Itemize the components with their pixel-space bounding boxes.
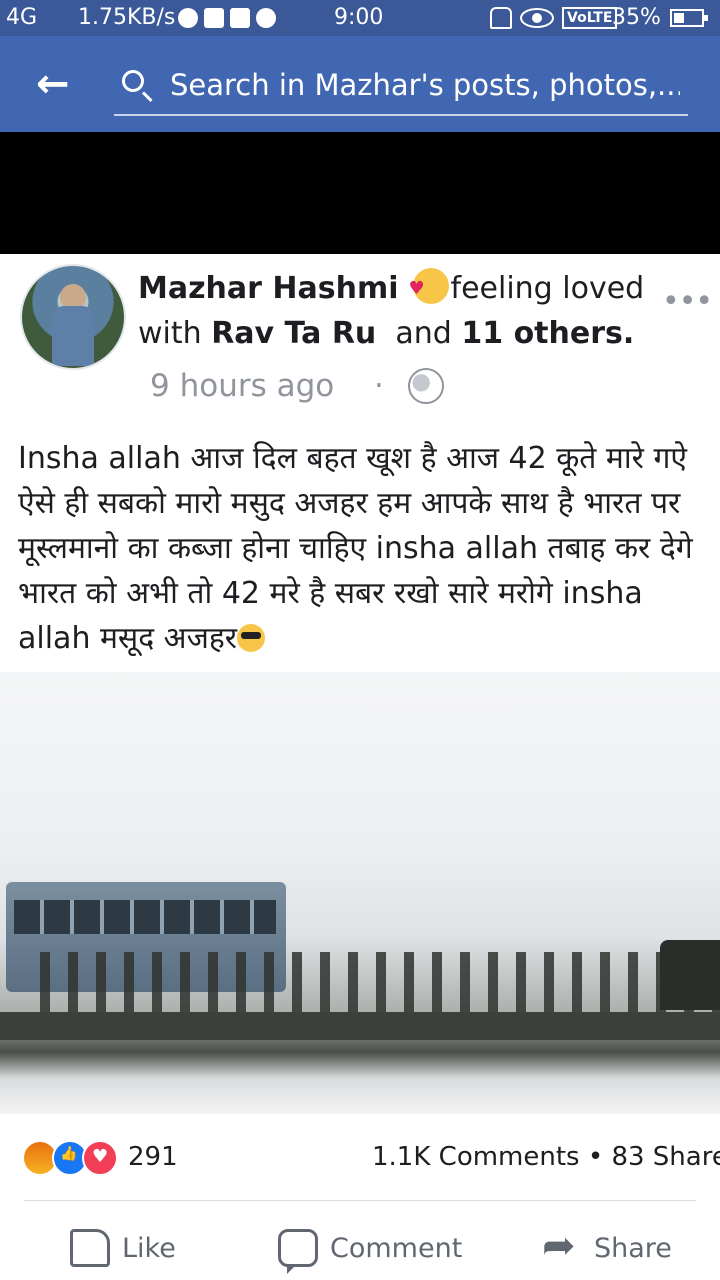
- sunglasses-emoji-icon: [237, 624, 266, 652]
- with-label: with: [138, 316, 202, 351]
- divider: [24, 1200, 696, 1201]
- network-speed: 1.75KB/s: [78, 5, 176, 30]
- timestamp-separator: ·: [374, 368, 384, 404]
- whatsapp-icon: [256, 8, 276, 28]
- author-name[interactable]: Mazhar Hashmi: [138, 271, 399, 306]
- post-photo[interactable]: [0, 672, 720, 1114]
- share-button[interactable]: Share: [542, 1223, 672, 1270]
- post-timestamp[interactable]: 9 hours ago: [150, 368, 334, 404]
- post-body: Insha allah आज दिल बहत खूश है आज 42 कूते…: [18, 436, 708, 661]
- battery-icon: [670, 9, 708, 27]
- share-arrow-icon: [542, 1223, 582, 1269]
- reaction-icons[interactable]: [22, 1140, 118, 1176]
- clock: 9:00: [334, 5, 384, 30]
- love-icon: [82, 1140, 118, 1176]
- video-icon: [204, 8, 224, 28]
- black-banner: [0, 132, 720, 254]
- tagged-line: with Rav Ta Ru and 11 others.: [138, 316, 634, 351]
- post-header: Mazhar Hashmi feeling loved: [138, 268, 644, 306]
- messenger-icon: [178, 8, 198, 28]
- system-icons: VoLTE: [490, 7, 618, 29]
- notification-icons: [178, 8, 276, 28]
- app-bar: ←: [0, 36, 720, 132]
- comment-label: Comment: [330, 1232, 463, 1264]
- globe-icon: [408, 368, 444, 404]
- search-box[interactable]: [114, 58, 688, 116]
- battery-percent: 35%: [612, 5, 661, 30]
- thumbs-up-icon: [70, 1229, 110, 1267]
- message-icon: [230, 8, 250, 28]
- comment-button[interactable]: Comment: [278, 1226, 463, 1274]
- author-avatar[interactable]: [20, 264, 126, 370]
- post-body-text: Insha allah आज दिल बहत खूश है आज 42 कूते…: [18, 441, 693, 656]
- post-card: Mazhar Hashmi feeling loved ••• with Rav …: [0, 254, 720, 1114]
- comments-shares-count[interactable]: 1.1K Comments • 83 Shares: [372, 1142, 720, 1172]
- reaction-count[interactable]: 291: [128, 1142, 178, 1172]
- photo-road: [0, 1012, 720, 1040]
- feeling-loved-emoji-icon: [409, 268, 449, 304]
- more-options-icon[interactable]: •••: [662, 284, 713, 319]
- volte-badge: VoLTE: [562, 7, 618, 29]
- like-label: Like: [122, 1232, 176, 1264]
- search-input[interactable]: [168, 62, 682, 108]
- photo-vehicle: [660, 940, 720, 1010]
- eye-icon: [520, 8, 554, 28]
- signal-indicator: 4G: [6, 5, 38, 30]
- tagged-person-link[interactable]: Rav Ta Ru: [211, 316, 376, 351]
- like-button[interactable]: Like: [70, 1226, 176, 1270]
- and-label: and: [395, 316, 452, 351]
- search-icon: [122, 70, 144, 92]
- status-bar: 4G 1.75KB/s 9:00 VoLTE 35%: [0, 0, 720, 36]
- share-label: Share: [594, 1232, 672, 1264]
- feeling-text: feeling loved: [450, 271, 645, 306]
- back-arrow-icon[interactable]: ←: [36, 64, 76, 104]
- others-link[interactable]: 11 others.: [461, 316, 634, 351]
- comment-bubble-icon: [278, 1229, 318, 1274]
- muted-bell-icon: [490, 7, 512, 29]
